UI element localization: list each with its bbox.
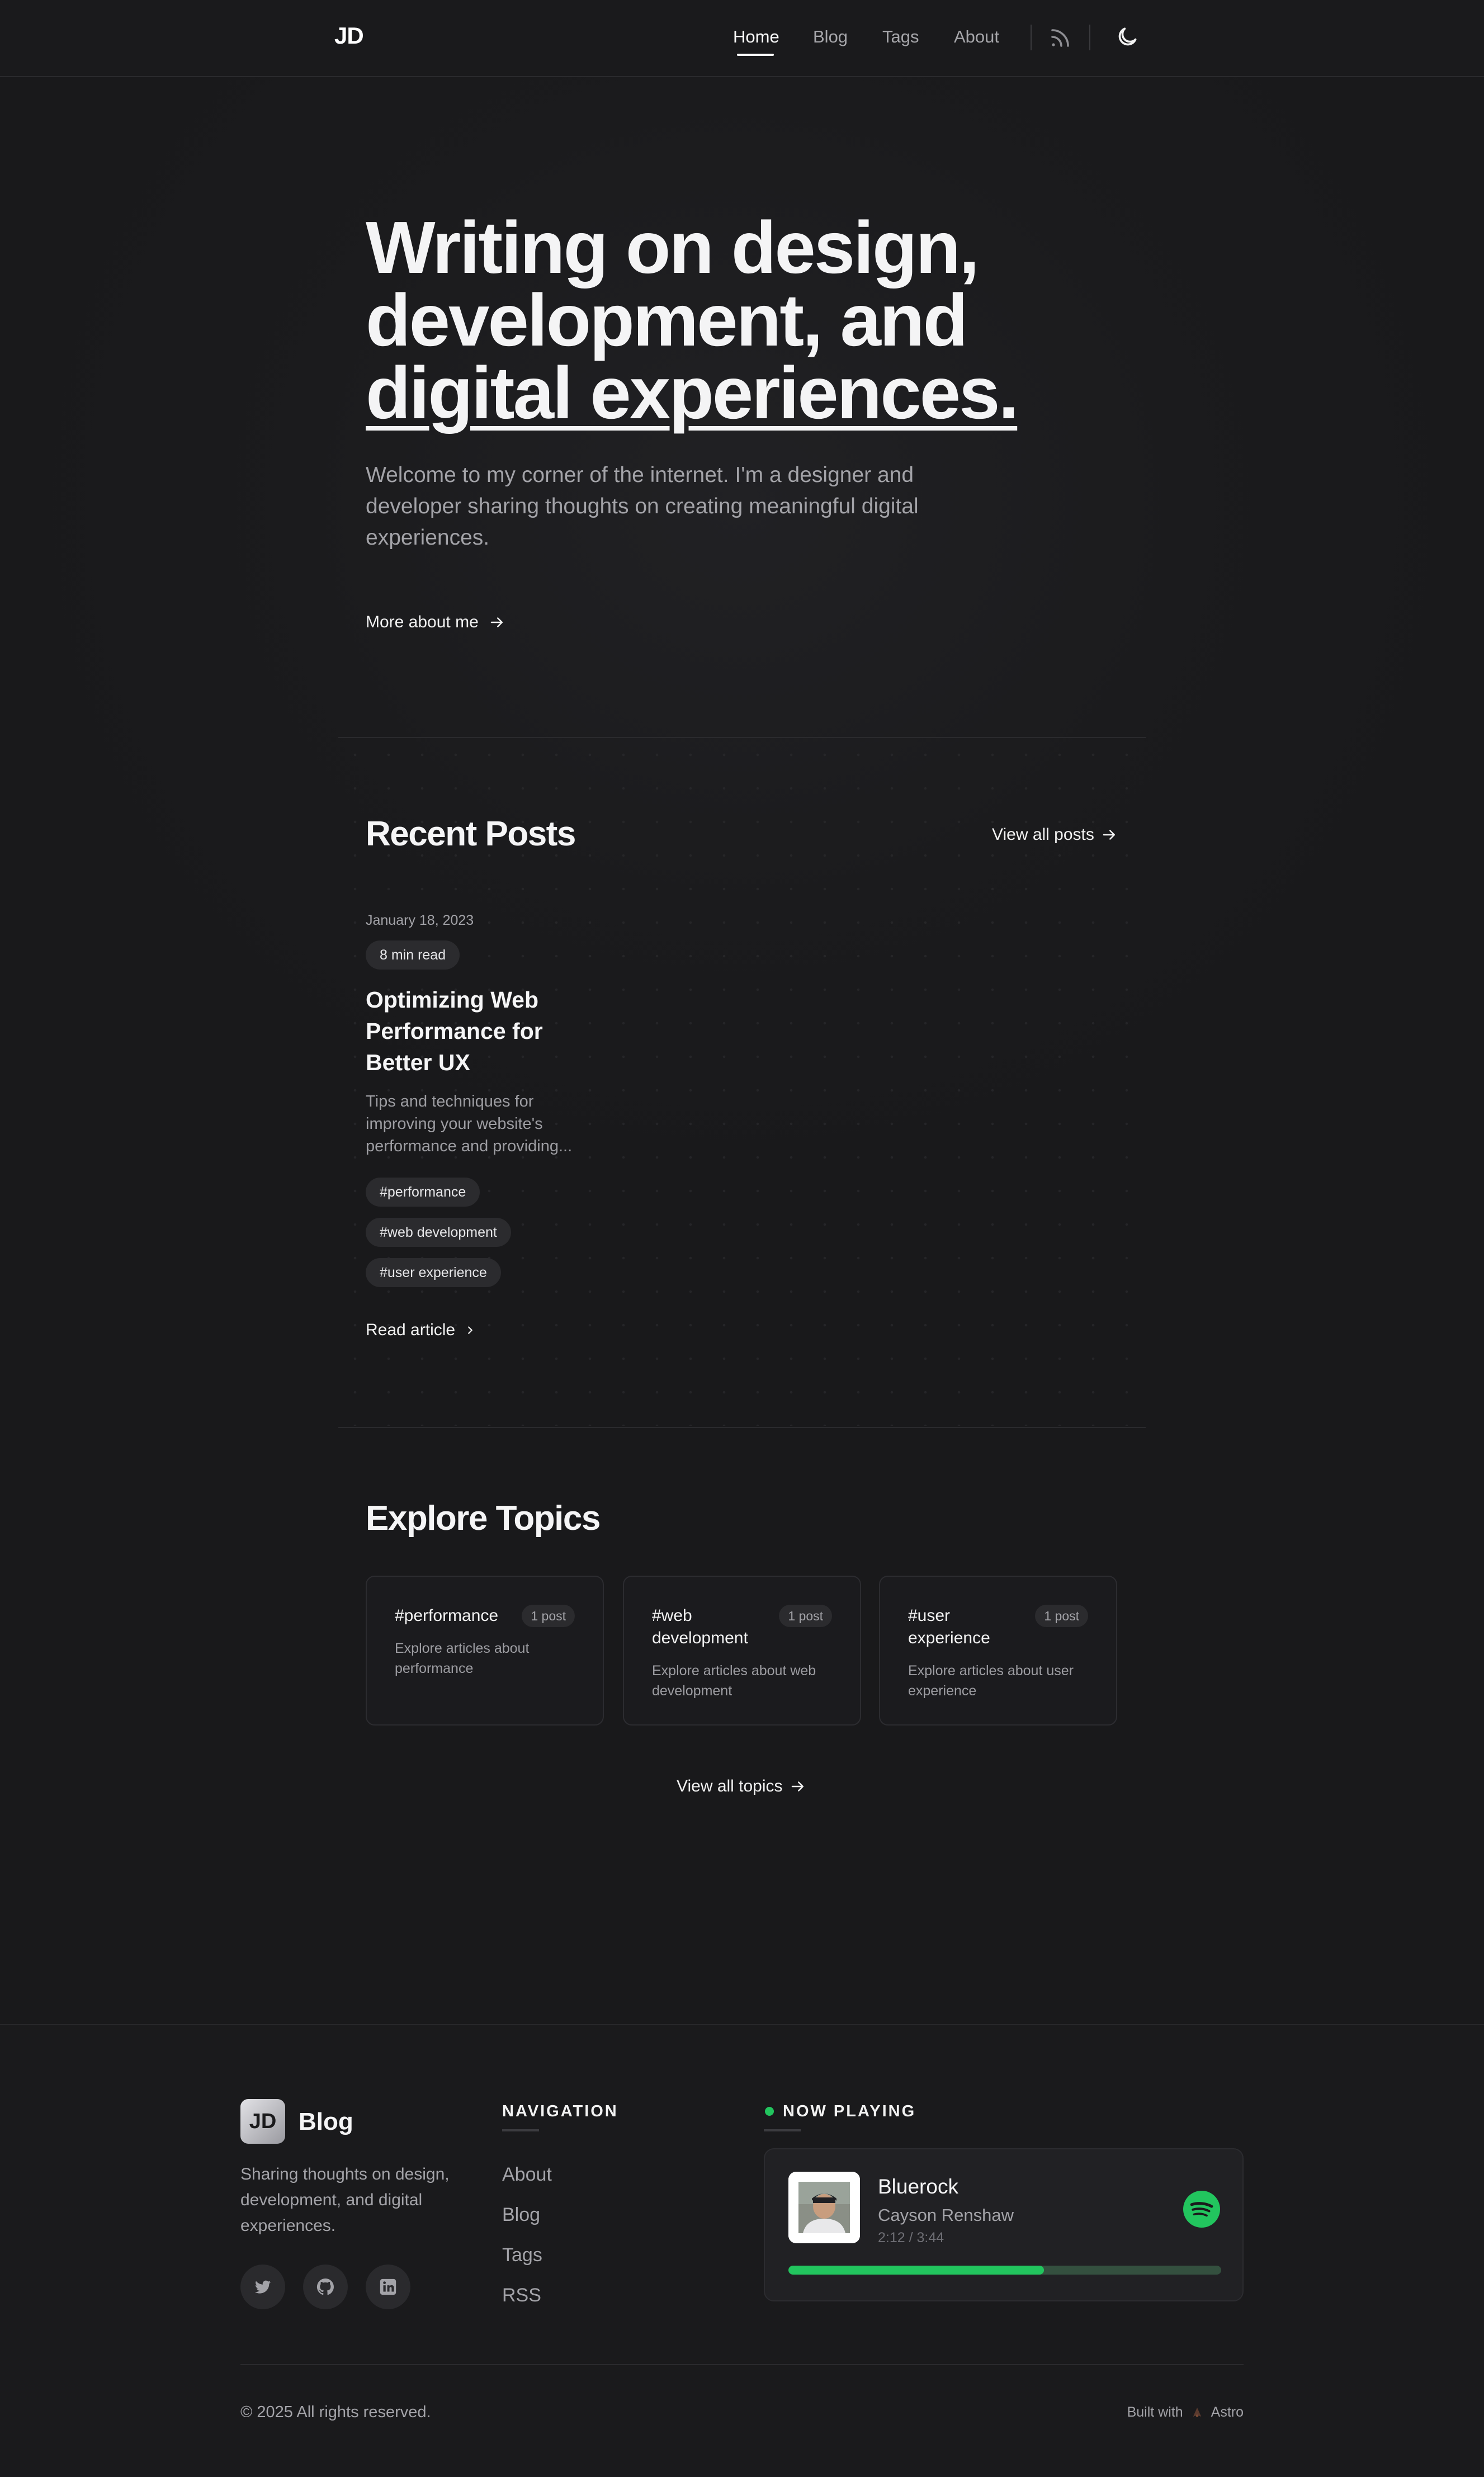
footer-nav-heading: NAVIGATION	[502, 2102, 618, 2120]
topic-description: Explore articles about performance	[395, 1641, 530, 1676]
post-title[interactable]: Optimizing Web Performance for Better UX	[366, 984, 601, 1078]
now-playing-heading: NOW PLAYING	[783, 2102, 916, 2120]
moon-icon[interactable]	[1115, 25, 1142, 51]
footer-divider	[240, 2364, 1244, 2365]
chevron-right-icon	[468, 1326, 472, 1334]
topic-card[interactable]: #user experience 1 post Explore articles…	[879, 1576, 1117, 1726]
post-tag[interactable]: #web development	[366, 1218, 511, 1247]
rss-icon[interactable]	[1047, 25, 1074, 51]
footer-link-about[interactable]: About	[502, 2164, 552, 2186]
footer-link-rss[interactable]: RSS	[502, 2285, 541, 2306]
nav-home[interactable]: Home	[733, 27, 779, 47]
active-nav-indicator	[737, 54, 774, 56]
copyright-text: © 2025 All rights reserved.	[240, 2403, 431, 2421]
footer-link-tags[interactable]: Tags	[502, 2244, 542, 2266]
hero-title-highlight: digital experiences.	[366, 352, 1019, 434]
post-tag[interactable]: #user experience	[366, 1258, 501, 1287]
more-about-me-label: More about me	[366, 613, 479, 631]
topic-description: Explore articles about user experience	[908, 1663, 1074, 1699]
read-time-badge: 8 min read	[366, 940, 460, 970]
nav-divider	[1031, 25, 1032, 50]
arrow-right-icon	[791, 1781, 804, 1791]
site-logo[interactable]: JD	[334, 22, 364, 49]
topic-card[interactable]: #performance 1 post Explore articles abo…	[366, 1576, 604, 1726]
read-article-label: Read article	[366, 1321, 456, 1339]
now-playing-status-dot	[765, 2107, 774, 2116]
view-all-posts-link[interactable]: View all posts	[992, 825, 1118, 844]
heading-rule	[764, 2129, 801, 2131]
hero-title-line: development, and	[366, 279, 968, 361]
nav-tags[interactable]: Tags	[882, 27, 919, 47]
topic-post-count: 1 post	[1035, 1605, 1088, 1627]
github-icon[interactable]	[303, 2265, 348, 2309]
topic-name: #web development	[652, 1606, 748, 1647]
post-date: January 18, 2023	[366, 913, 474, 928]
section-divider	[338, 737, 1146, 738]
footer-tagline: Sharing thoughts on design, development,…	[240, 2165, 450, 2235]
linkedin-icon[interactable]	[366, 2265, 410, 2309]
arrow-right-icon	[1103, 830, 1115, 840]
topic-name: #performance	[395, 1606, 499, 1625]
footer-brand: Blog	[299, 2108, 353, 2135]
more-about-me-link[interactable]: More about me	[366, 613, 505, 632]
explore-topics-heading: Explore Topics	[366, 1499, 601, 1538]
twitter-icon[interactable]	[240, 2265, 285, 2309]
nav-blog[interactable]: Blog	[813, 27, 848, 47]
hero-title-line: Writing on design,	[366, 206, 980, 289]
built-with: Built with Astro	[1127, 2404, 1244, 2421]
track-title: Bluerock	[878, 2175, 958, 2198]
site-header: JD Home Blog Tags About	[0, 0, 1484, 77]
track-artist: Cayson Renshaw	[878, 2205, 1014, 2225]
nav-about[interactable]: About	[954, 27, 999, 47]
section-divider	[338, 1427, 1146, 1428]
topic-post-count: 1 post	[522, 1605, 575, 1627]
view-all-topics-link[interactable]: View all topics	[677, 1777, 806, 1796]
track-time: 2:12 / 3:44	[878, 2230, 944, 2246]
view-all-topics-label: View all topics	[677, 1777, 783, 1795]
heading-rule	[502, 2129, 539, 2131]
topic-description: Explore articles about web development	[652, 1663, 816, 1699]
now-playing-card[interactable]: Bluerock Cayson Renshaw 2:12 / 3:44	[764, 2148, 1244, 2301]
recent-posts-heading: Recent Posts	[366, 815, 576, 853]
post-tag[interactable]: #performance	[366, 1178, 480, 1207]
track-progress-bar[interactable]	[788, 2266, 1221, 2275]
footer-logo[interactable]: JD	[240, 2099, 285, 2144]
hero-title: Writing on design, development, and digi…	[366, 206, 1093, 434]
arrow-right-icon	[490, 617, 503, 627]
post-excerpt: Tips and techniques for improving your w…	[366, 1093, 573, 1155]
track-progress-fill	[788, 2266, 1044, 2275]
topic-name: #user experience	[908, 1606, 990, 1647]
album-art	[788, 2172, 860, 2243]
hero-description: Welcome to my corner of the internet. I'…	[366, 463, 919, 550]
topic-card[interactable]: #web development 1 post Explore articles…	[623, 1576, 861, 1726]
astro-icon	[1193, 2407, 1201, 2417]
astro-link[interactable]: Astro	[1211, 2404, 1244, 2421]
view-all-posts-label: View all posts	[992, 825, 1094, 844]
spotify-icon[interactable]	[1183, 2191, 1220, 2228]
built-with-label: Built with	[1127, 2404, 1183, 2420]
read-article-link[interactable]: Read article	[366, 1321, 476, 1340]
site-footer: JD Blog Sharing thoughts on design, deve…	[0, 2024, 1484, 2477]
topic-post-count: 1 post	[779, 1605, 832, 1627]
footer-link-blog[interactable]: Blog	[502, 2204, 540, 2226]
nav-divider	[1089, 25, 1090, 50]
